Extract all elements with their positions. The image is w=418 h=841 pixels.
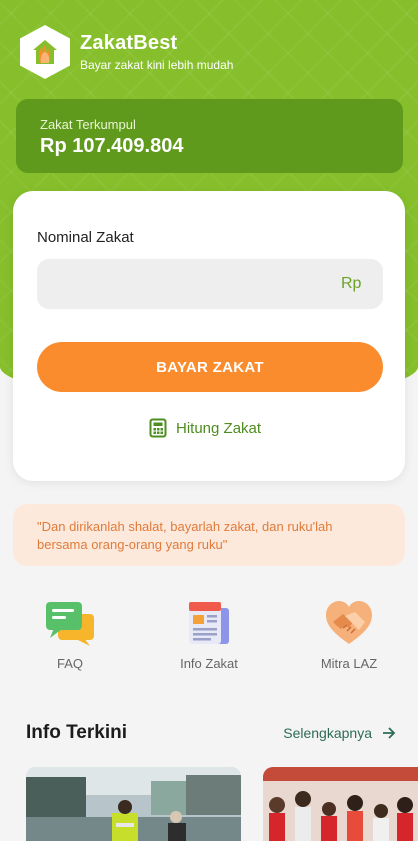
handshake-icon [326, 601, 372, 644]
app-name: ZakatBest [80, 32, 178, 54]
quran-quote: "Dan dirikanlah shalat, bayarlah zakat, … [13, 504, 405, 566]
hitung-zakat-link[interactable]: Hitung Zakat [149, 418, 261, 438]
news-photo-crowd [263, 767, 418, 841]
news-section-title: Info Terkini [26, 722, 127, 743]
news-header: Info Terkini Selengkapnya [26, 722, 396, 748]
brand-header: ZakatBest Bayar zakat kini lebih mudah [20, 25, 233, 79]
menu-item-mitra-laz[interactable]: Mitra LAZ [294, 598, 404, 671]
app-tagline: Bayar zakat kini lebih mudah [80, 58, 234, 72]
newspaper-icon [189, 602, 229, 644]
menu-item-faq[interactable]: FAQ [15, 598, 125, 671]
chat-bubbles-icon [46, 602, 94, 646]
news-card-thumbnail[interactable] [26, 767, 241, 841]
menu-label-info-zakat: Info Zakat [180, 656, 238, 671]
currency-suffix: Rp [341, 275, 362, 292]
see-more-label: Selengkapnya [283, 725, 372, 741]
arrow-right-icon [383, 727, 396, 739]
zakat-collected-panel: Zakat Terkumpul Rp 107.409.804 [16, 99, 403, 173]
zakatbest-logo-icon [20, 25, 70, 79]
nominal-zakat-label: Nominal Zakat [37, 229, 134, 246]
menu-item-info-zakat[interactable]: Info Zakat [154, 598, 264, 671]
quick-menu: FAQ Info Zakat Mitra LAZ [0, 598, 418, 678]
zakat-collected-amount: Rp 107.409.804 [40, 135, 184, 157]
news-card-thumbnail[interactable] [263, 767, 418, 841]
see-more-link[interactable]: Selengkapnya [283, 725, 396, 741]
bayar-zakat-button[interactable]: BAYAR ZAKAT [37, 342, 383, 392]
payment-card: Nominal Zakat Rp BAYAR ZAKAT Hitung Zaka… [13, 191, 405, 481]
zakat-collected-label: Zakat Terkumpul [40, 117, 136, 132]
calculator-icon [149, 418, 167, 438]
hitung-zakat-label: Hitung Zakat [176, 419, 262, 437]
news-photo-flood [26, 767, 241, 841]
nominal-zakat-input[interactable] [37, 259, 383, 309]
menu-label-mitra-laz: Mitra LAZ [320, 656, 378, 671]
menu-label-faq: FAQ [56, 656, 83, 671]
